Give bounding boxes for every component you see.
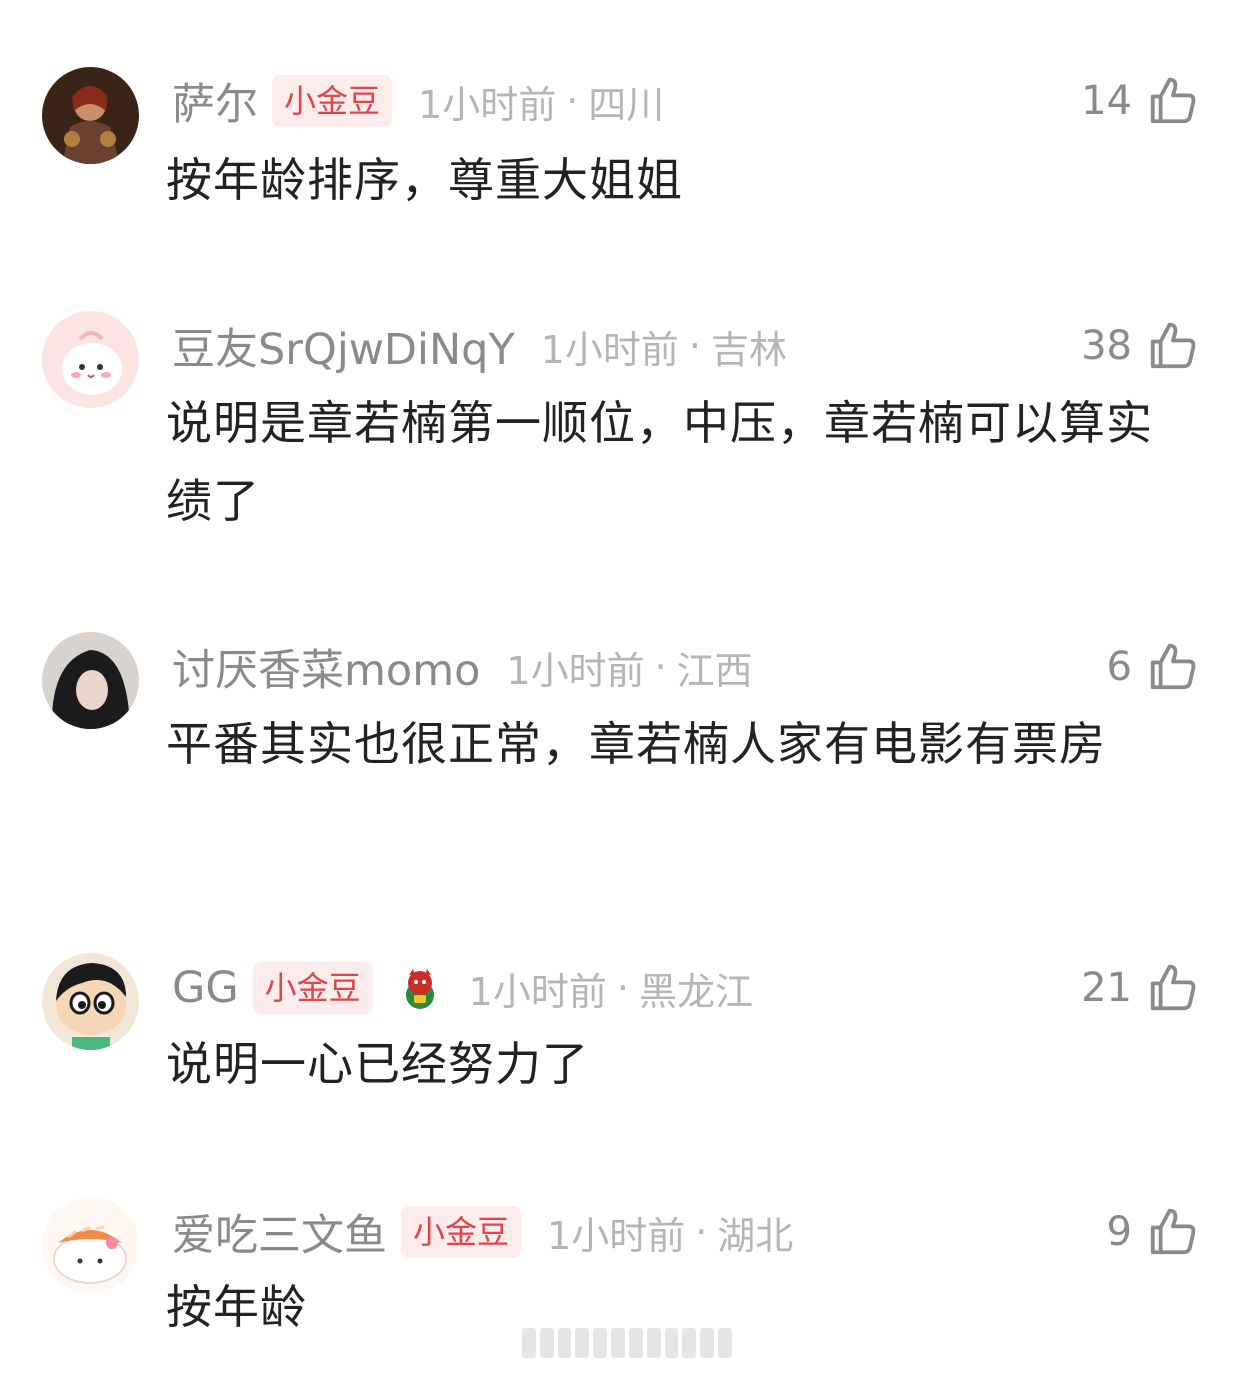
- thumbs-up-icon: [1150, 1208, 1196, 1255]
- comment-meta: 萨尔 小金豆 1小时前 · 四川: [172, 70, 665, 132]
- like-button[interactable]: 9: [1107, 1204, 1200, 1260]
- comment-meta: 豆友SrQjwDiNqY 1小时前 · 吉林: [172, 315, 788, 377]
- comment-time: 1小时前: [418, 82, 557, 127]
- thumbs-up-icon: [1150, 77, 1196, 124]
- like-button[interactable]: 14: [1081, 73, 1200, 129]
- like-count: 38: [1081, 323, 1132, 369]
- username[interactable]: 爱吃三文鱼: [172, 1201, 387, 1263]
- comment-text: 说明一心已经努力了: [166, 1037, 589, 1091]
- avatar[interactable]: [42, 67, 139, 164]
- comment-meta: 爱吃三文鱼 小金豆 1小时前 · 湖北: [172, 1201, 794, 1263]
- comment-time: 1小时前: [540, 327, 679, 372]
- meta-separator: ·: [654, 645, 667, 689]
- like-button[interactable]: 6: [1107, 639, 1200, 695]
- like-count: 21: [1081, 965, 1132, 1011]
- thumbs-up-icon: [1150, 322, 1196, 369]
- like-button[interactable]: 21: [1081, 960, 1200, 1016]
- meta-separator: ·: [616, 966, 629, 1010]
- meta-separator: ·: [695, 1210, 708, 1254]
- user-badge: 小金豆: [252, 962, 373, 1014]
- username[interactable]: GG: [172, 963, 239, 1013]
- avatar[interactable]: [42, 632, 139, 729]
- username[interactable]: 讨厌香菜momo: [172, 636, 480, 698]
- like-count: 9: [1106, 1209, 1132, 1255]
- meta-separator: ·: [566, 79, 579, 123]
- comment-text: 说明是章若楠第一顺位，中压，章若楠可以算实绩了: [166, 396, 1153, 528]
- thumbs-up-icon: [1150, 643, 1196, 690]
- meta-separator: ·: [688, 324, 702, 368]
- comment-text: 按年龄排序，尊重大姐姐: [166, 153, 683, 207]
- avatar[interactable]: [42, 311, 139, 408]
- comment-text: 平番其实也很正常，章若楠人家有电影有票房: [166, 717, 1106, 771]
- comment-region: 黑龙江: [638, 969, 753, 1014]
- comment-meta: GG 小金豆 1小时前 · 黑龙江: [172, 960, 753, 1016]
- user-badge: 小金豆: [401, 1206, 522, 1258]
- user-badge: 小金豆: [272, 75, 393, 127]
- comment-region: 吉林: [711, 327, 788, 372]
- lucky-cat-emoji-icon: [405, 969, 434, 1009]
- comment-region: 湖北: [717, 1213, 794, 1258]
- username[interactable]: 豆友SrQjwDiNqY: [172, 315, 515, 377]
- comment-time: 1小时前: [506, 648, 645, 693]
- watermark: [522, 1328, 732, 1358]
- comment-region: 江西: [676, 648, 753, 693]
- comment-time: 1小时前: [547, 1213, 686, 1258]
- comment-time: 1小时前: [468, 969, 607, 1014]
- comment-region: 四川: [588, 82, 665, 127]
- username[interactable]: 萨尔: [172, 70, 258, 132]
- thumbs-up-icon: [1150, 964, 1196, 1011]
- comment-meta: 讨厌香菜momo 1小时前 · 江西: [172, 636, 753, 698]
- avatar[interactable]: [42, 1197, 139, 1294]
- like-button[interactable]: 38: [1081, 318, 1200, 374]
- like-count: 14: [1081, 78, 1132, 124]
- avatar[interactable]: [42, 953, 139, 1050]
- like-count: 6: [1106, 644, 1132, 690]
